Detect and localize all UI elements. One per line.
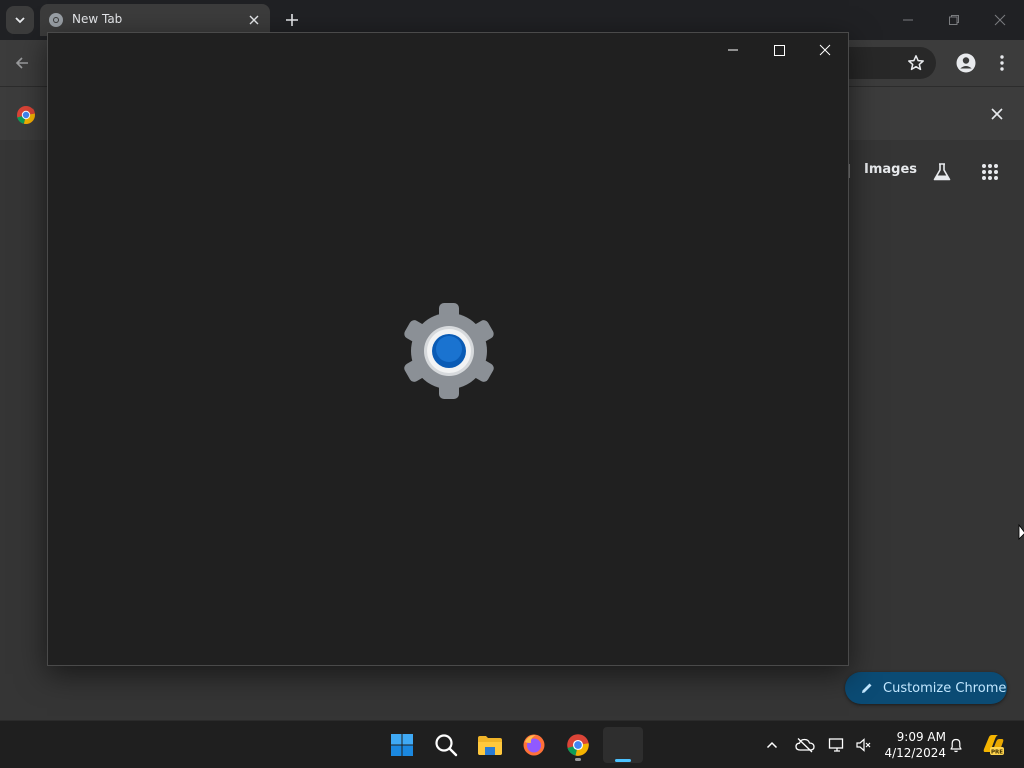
bookmark-button[interactable] (904, 51, 928, 75)
file-explorer-button[interactable] (472, 727, 508, 763)
close-icon (819, 44, 831, 56)
more-vertical-icon (1000, 55, 1004, 71)
customize-chrome-button[interactable]: Customize Chrome (845, 672, 1007, 704)
search-icon (435, 734, 458, 757)
bell-icon (950, 738, 962, 753)
settings-maximize-button[interactable] (764, 39, 794, 61)
firefox-icon (523, 734, 545, 756)
restore-icon (949, 15, 959, 25)
settings-minimize-button[interactable] (718, 39, 748, 61)
search-button[interactable] (428, 727, 464, 763)
running-indicator (575, 758, 581, 761)
taskbar: 9:09 AM 4/12/2024 PRE (0, 720, 1024, 768)
cloud-off-icon (795, 738, 815, 753)
tab-title: New Tab (72, 12, 123, 26)
settings-gear-icon (404, 303, 494, 399)
settings-window[interactable] (47, 32, 849, 666)
person-icon (956, 53, 976, 73)
pencil-icon (859, 680, 875, 696)
chrome-restore-button[interactable] (942, 8, 966, 32)
volume-button[interactable] (851, 733, 875, 757)
apps-grid-icon (982, 164, 998, 180)
clock-date: 4/12/2024 (884, 746, 946, 760)
notifications-button[interactable] (944, 733, 968, 757)
chrome-close-button[interactable] (988, 8, 1012, 32)
maximize-icon (773, 44, 785, 56)
plus-icon (286, 14, 298, 26)
google-apps-button[interactable] (978, 160, 1002, 184)
flask-icon (933, 163, 951, 181)
chrome-taskbar-button[interactable] (560, 727, 596, 763)
folder-icon (478, 736, 502, 755)
firefox-button[interactable] (516, 727, 552, 763)
chrome-menu-button[interactable] (990, 51, 1014, 75)
windows-logo-icon (391, 734, 413, 756)
arrow-left-icon (15, 57, 28, 69)
tab-search-button[interactable] (6, 6, 34, 34)
mouse-cursor-icon (1018, 524, 1024, 540)
customize-chrome-label: Customize Chrome (883, 680, 1007, 696)
speaker-muted-icon (856, 738, 871, 752)
chrome-logo-icon (17, 106, 35, 125)
svg-text:PRE: PRE (991, 750, 1003, 756)
close-icon (991, 108, 1003, 120)
clock-time: 9:09 AM (896, 730, 946, 744)
minimize-icon (728, 49, 738, 51)
show-hidden-icons-button[interactable] (760, 733, 784, 757)
copilot-button[interactable]: PRE (980, 733, 1006, 757)
chrome-logo-icon (567, 734, 589, 756)
start-button[interactable] (384, 727, 420, 763)
close-icon (994, 14, 1006, 26)
tab-close-button[interactable] (246, 12, 262, 28)
new-tab-button[interactable] (282, 10, 302, 30)
profile-button[interactable] (954, 51, 978, 75)
chevron-up-icon (766, 741, 778, 749)
onedrive-button[interactable] (793, 733, 817, 757)
clock[interactable]: 9:09 AM 4/12/2024 (880, 729, 946, 761)
minimize-icon (903, 19, 913, 21)
labs-button[interactable] (930, 160, 954, 184)
chevron-down-icon (15, 17, 25, 24)
images-link[interactable]: Images (864, 162, 917, 177)
chrome-favicon-icon (49, 13, 63, 27)
settings-taskbar-button[interactable] (603, 727, 643, 763)
info-bar-close-button[interactable] (986, 103, 1008, 125)
back-button[interactable] (10, 51, 34, 75)
close-icon (249, 15, 259, 25)
network-button[interactable] (825, 733, 849, 757)
monitor-icon (828, 738, 844, 752)
active-indicator (615, 759, 631, 762)
settings-close-button[interactable] (810, 39, 840, 61)
copilot-pre-icon: PRE (983, 735, 1004, 756)
star-icon (908, 55, 924, 71)
chrome-minimize-button[interactable] (896, 8, 920, 32)
